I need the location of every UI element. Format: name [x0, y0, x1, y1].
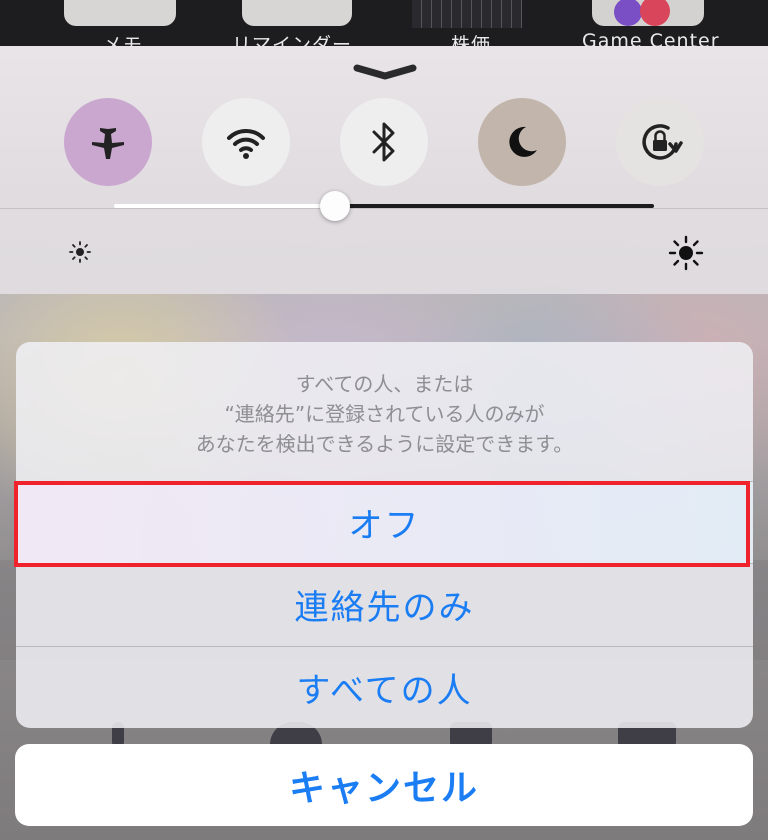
game-center-app-icon — [592, 0, 704, 26]
brightness-track-filled — [114, 204, 336, 208]
reminders-app-icon — [242, 0, 352, 26]
brightness-high-icon — [668, 235, 704, 271]
airplane-icon — [92, 128, 124, 159]
airplane-mode-toggle[interactable] — [64, 98, 152, 186]
message-line: あなたを検出できるように設定できます。 — [195, 431, 574, 456]
rotation-lock-icon — [642, 124, 683, 160]
rotation-lock-toggle[interactable] — [616, 98, 704, 186]
reminders-app-label: リマインダー — [232, 34, 353, 46]
do-not-disturb-toggle[interactable] — [478, 98, 566, 186]
airdrop-action-sheet: すべての人、または “連絡先”に登録されている人のみが あなたを検出できるように… — [16, 342, 753, 728]
bluetooth-icon — [372, 122, 395, 162]
bluetooth-toggle[interactable] — [340, 98, 428, 186]
control-center — [0, 46, 768, 294]
brightness-low-icon — [69, 241, 91, 263]
brightness-slider-area — [0, 209, 768, 294]
brightness-track-remaining — [335, 204, 654, 208]
notes-app-label: メモ — [103, 34, 144, 46]
option-off-button[interactable]: オフ — [16, 482, 753, 563]
chevron-down-icon[interactable] — [353, 64, 417, 80]
message-line: すべての人、または — [295, 371, 474, 396]
cancel-button[interactable]: キャンセル — [15, 744, 753, 826]
wifi-icon — [227, 128, 265, 159]
game-center-app-label: Game Center — [582, 30, 720, 46]
moon-icon — [509, 126, 537, 157]
home-screen-strip: メモ リマインダー 株価 Game Center — [0, 0, 768, 46]
wifi-toggle[interactable] — [202, 98, 290, 186]
notes-app-icon — [64, 0, 176, 26]
action-sheet-message: すべての人、または “連絡先”に登録されている人のみが あなたを検出できるように… — [16, 342, 753, 483]
stocks-app-label: 株価 — [451, 34, 492, 46]
message-line: “連絡先”に登録されている人のみが — [224, 401, 545, 426]
stocks-app-icon — [412, 0, 522, 28]
option-everyone-button[interactable]: すべての人 — [16, 647, 753, 728]
option-contacts-only-button[interactable]: 連絡先のみ — [16, 564, 753, 645]
